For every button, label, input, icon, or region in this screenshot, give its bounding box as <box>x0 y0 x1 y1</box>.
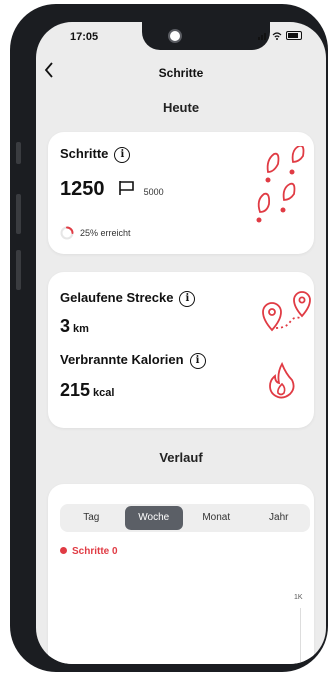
activity-card[interactable]: Gelaufene Strecke i 3 km Verbrannte Kalori… <box>48 272 314 428</box>
progress-ring <box>60 226 74 240</box>
phone-screen: 17:05 Schritte Heute Schritte i 1250 500… <box>36 22 326 664</box>
legend-label: Schritte 0 <box>72 546 118 557</box>
status-time: 17:05 <box>70 31 99 43</box>
tab-woche[interactable]: Woche <box>124 506 183 530</box>
info-icon[interactable]: i <box>179 290 196 307</box>
signal-icon <box>258 32 266 40</box>
footprints-icon <box>256 146 305 223</box>
info-icon[interactable]: i <box>189 352 206 369</box>
page-title: Schritte <box>158 66 204 80</box>
y-axis-label: 1K <box>294 594 303 601</box>
legend-dot <box>60 547 67 554</box>
steps-goal: 5000 <box>143 187 164 197</box>
steps-value-row: 1250 5000 <box>60 178 164 201</box>
steps-value: 1250 <box>60 178 105 200</box>
distance-label: Gelaufene Strecke <box>60 290 174 305</box>
calories-unit: kcal <box>93 387 115 399</box>
flag-icon <box>119 181 134 195</box>
calories-label: Verbrannte Kalorien <box>60 352 184 367</box>
battery-icon <box>286 31 302 40</box>
status-icons <box>258 31 302 40</box>
info-icon[interactable]: i <box>114 146 131 163</box>
wifi-icon <box>272 31 282 40</box>
today-heading: Heute <box>162 100 200 115</box>
y-axis-line <box>300 608 301 664</box>
phone-frame: 17:05 Schritte Heute Schritte i 1250 500… <box>10 4 328 672</box>
steps-label-row: Schritte i <box>60 146 131 163</box>
progress-text: 25% erreicht <box>80 228 131 238</box>
route-pins-icon <box>262 291 311 332</box>
mute-switch <box>16 142 21 164</box>
distance-label-row: Gelaufene Strecke i <box>60 290 196 307</box>
distance-unit: km <box>73 323 89 335</box>
tab-tag[interactable]: Tag <box>62 506 121 530</box>
camera-icon <box>168 29 182 43</box>
history-card: Tag Woche Monat Jahr Schritte 0 1K <box>48 484 314 664</box>
history-heading: Verlauf <box>159 450 203 465</box>
tab-jahr[interactable]: Jahr <box>250 506 309 530</box>
calories-value: 215 <box>60 380 91 400</box>
notch <box>142 22 270 50</box>
flame-icon <box>269 362 295 399</box>
volume-down-button <box>16 250 21 290</box>
steps-card[interactable]: Schritte i 1250 5000 25% erreicht <box>48 132 314 254</box>
distance-value: 3 <box>60 316 71 336</box>
tab-monat[interactable]: Monat <box>187 506 246 530</box>
calories-label-row: Verbrannte Kalorien i <box>60 352 206 369</box>
distance-value-row: 3 km <box>60 316 89 337</box>
steps-label: Schritte <box>60 146 109 161</box>
chart-legend: Schritte 0 <box>60 546 118 557</box>
period-tabs: Tag Woche Monat Jahr <box>60 504 310 532</box>
volume-up-button <box>16 194 21 234</box>
calories-value-row: 215 kcal <box>60 380 114 401</box>
